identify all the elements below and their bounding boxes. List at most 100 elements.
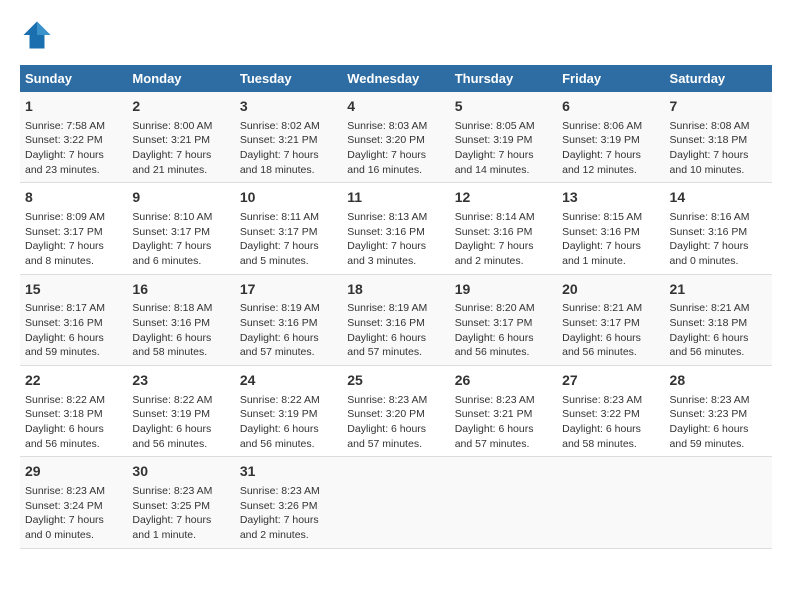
calendar-week-row: 15Sunrise: 8:17 AM Sunset: 3:16 PM Dayli… (20, 274, 772, 365)
calendar-cell: 3Sunrise: 8:02 AM Sunset: 3:21 PM Daylig… (235, 92, 342, 183)
day-number: 8 (25, 188, 122, 208)
day-number: 22 (25, 371, 122, 391)
calendar-week-row: 1Sunrise: 7:58 AM Sunset: 3:22 PM Daylig… (20, 92, 772, 183)
calendar-cell: 30Sunrise: 8:23 AM Sunset: 3:25 PM Dayli… (127, 457, 234, 548)
calendar-cell: 15Sunrise: 8:17 AM Sunset: 3:16 PM Dayli… (20, 274, 127, 365)
day-number: 23 (132, 371, 229, 391)
calendar-cell: 31Sunrise: 8:23 AM Sunset: 3:26 PM Dayli… (235, 457, 342, 548)
calendar-cell (342, 457, 449, 548)
calendar-cell: 20Sunrise: 8:21 AM Sunset: 3:17 PM Dayli… (557, 274, 664, 365)
day-info: Sunrise: 8:06 AM Sunset: 3:19 PM Dayligh… (562, 119, 659, 178)
day-number: 20 (562, 280, 659, 300)
day-number: 2 (132, 97, 229, 117)
day-header-saturday: Saturday (665, 65, 772, 92)
day-info: Sunrise: 8:02 AM Sunset: 3:21 PM Dayligh… (240, 119, 337, 178)
day-number: 14 (670, 188, 767, 208)
calendar-cell (665, 457, 772, 548)
day-number: 16 (132, 280, 229, 300)
day-info: Sunrise: 7:58 AM Sunset: 3:22 PM Dayligh… (25, 119, 122, 178)
page-header (20, 20, 772, 55)
day-info: Sunrise: 8:23 AM Sunset: 3:24 PM Dayligh… (25, 484, 122, 543)
day-number: 1 (25, 97, 122, 117)
day-info: Sunrise: 8:23 AM Sunset: 3:23 PM Dayligh… (670, 393, 767, 452)
calendar-week-row: 29Sunrise: 8:23 AM Sunset: 3:24 PM Dayli… (20, 457, 772, 548)
day-info: Sunrise: 8:20 AM Sunset: 3:17 PM Dayligh… (455, 301, 552, 360)
day-info: Sunrise: 8:19 AM Sunset: 3:16 PM Dayligh… (347, 301, 444, 360)
day-info: Sunrise: 8:03 AM Sunset: 3:20 PM Dayligh… (347, 119, 444, 178)
calendar-cell (557, 457, 664, 548)
calendar-cell: 24Sunrise: 8:22 AM Sunset: 3:19 PM Dayli… (235, 366, 342, 457)
day-info: Sunrise: 8:23 AM Sunset: 3:22 PM Dayligh… (562, 393, 659, 452)
day-number: 26 (455, 371, 552, 391)
calendar-cell: 16Sunrise: 8:18 AM Sunset: 3:16 PM Dayli… (127, 274, 234, 365)
day-info: Sunrise: 8:15 AM Sunset: 3:16 PM Dayligh… (562, 210, 659, 269)
day-number: 21 (670, 280, 767, 300)
day-number: 7 (670, 97, 767, 117)
day-number: 10 (240, 188, 337, 208)
day-number: 4 (347, 97, 444, 117)
day-number: 27 (562, 371, 659, 391)
calendar-header-row: SundayMondayTuesdayWednesdayThursdayFrid… (20, 65, 772, 92)
day-number: 5 (455, 97, 552, 117)
day-number: 24 (240, 371, 337, 391)
calendar-cell: 12Sunrise: 8:14 AM Sunset: 3:16 PM Dayli… (450, 183, 557, 274)
day-number: 18 (347, 280, 444, 300)
day-info: Sunrise: 8:22 AM Sunset: 3:19 PM Dayligh… (132, 393, 229, 452)
day-number: 11 (347, 188, 444, 208)
day-info: Sunrise: 8:10 AM Sunset: 3:17 PM Dayligh… (132, 210, 229, 269)
day-info: Sunrise: 8:23 AM Sunset: 3:20 PM Dayligh… (347, 393, 444, 452)
calendar-cell: 11Sunrise: 8:13 AM Sunset: 3:16 PM Dayli… (342, 183, 449, 274)
day-info: Sunrise: 8:23 AM Sunset: 3:26 PM Dayligh… (240, 484, 337, 543)
day-info: Sunrise: 8:21 AM Sunset: 3:17 PM Dayligh… (562, 301, 659, 360)
day-header-wednesday: Wednesday (342, 65, 449, 92)
day-number: 29 (25, 462, 122, 482)
calendar-cell: 14Sunrise: 8:16 AM Sunset: 3:16 PM Dayli… (665, 183, 772, 274)
day-header-monday: Monday (127, 65, 234, 92)
day-info: Sunrise: 8:23 AM Sunset: 3:21 PM Dayligh… (455, 393, 552, 452)
day-number: 3 (240, 97, 337, 117)
calendar-cell: 23Sunrise: 8:22 AM Sunset: 3:19 PM Dayli… (127, 366, 234, 457)
day-number: 25 (347, 371, 444, 391)
calendar-cell: 2Sunrise: 8:00 AM Sunset: 3:21 PM Daylig… (127, 92, 234, 183)
calendar-cell: 22Sunrise: 8:22 AM Sunset: 3:18 PM Dayli… (20, 366, 127, 457)
day-info: Sunrise: 8:14 AM Sunset: 3:16 PM Dayligh… (455, 210, 552, 269)
day-info: Sunrise: 8:19 AM Sunset: 3:16 PM Dayligh… (240, 301, 337, 360)
calendar-cell: 9Sunrise: 8:10 AM Sunset: 3:17 PM Daylig… (127, 183, 234, 274)
day-info: Sunrise: 8:16 AM Sunset: 3:16 PM Dayligh… (670, 210, 767, 269)
day-header-thursday: Thursday (450, 65, 557, 92)
logo (20, 20, 52, 55)
day-number: 31 (240, 462, 337, 482)
calendar-cell: 27Sunrise: 8:23 AM Sunset: 3:22 PM Dayli… (557, 366, 664, 457)
day-info: Sunrise: 8:22 AM Sunset: 3:19 PM Dayligh… (240, 393, 337, 452)
calendar-week-row: 8Sunrise: 8:09 AM Sunset: 3:17 PM Daylig… (20, 183, 772, 274)
day-header-tuesday: Tuesday (235, 65, 342, 92)
calendar-table: SundayMondayTuesdayWednesdayThursdayFrid… (20, 65, 772, 549)
day-info: Sunrise: 8:21 AM Sunset: 3:18 PM Dayligh… (670, 301, 767, 360)
calendar-cell: 26Sunrise: 8:23 AM Sunset: 3:21 PM Dayli… (450, 366, 557, 457)
day-number: 15 (25, 280, 122, 300)
calendar-cell: 28Sunrise: 8:23 AM Sunset: 3:23 PM Dayli… (665, 366, 772, 457)
calendar-cell: 5Sunrise: 8:05 AM Sunset: 3:19 PM Daylig… (450, 92, 557, 183)
day-info: Sunrise: 8:18 AM Sunset: 3:16 PM Dayligh… (132, 301, 229, 360)
calendar-cell: 18Sunrise: 8:19 AM Sunset: 3:16 PM Dayli… (342, 274, 449, 365)
day-number: 13 (562, 188, 659, 208)
day-number: 28 (670, 371, 767, 391)
calendar-cell: 29Sunrise: 8:23 AM Sunset: 3:24 PM Dayli… (20, 457, 127, 548)
calendar-cell: 13Sunrise: 8:15 AM Sunset: 3:16 PM Dayli… (557, 183, 664, 274)
day-info: Sunrise: 8:11 AM Sunset: 3:17 PM Dayligh… (240, 210, 337, 269)
day-header-friday: Friday (557, 65, 664, 92)
day-info: Sunrise: 8:05 AM Sunset: 3:19 PM Dayligh… (455, 119, 552, 178)
calendar-cell: 10Sunrise: 8:11 AM Sunset: 3:17 PM Dayli… (235, 183, 342, 274)
day-info: Sunrise: 8:22 AM Sunset: 3:18 PM Dayligh… (25, 393, 122, 452)
day-number: 6 (562, 97, 659, 117)
day-info: Sunrise: 8:00 AM Sunset: 3:21 PM Dayligh… (132, 119, 229, 178)
day-number: 19 (455, 280, 552, 300)
logo-icon (22, 20, 52, 50)
calendar-cell: 1Sunrise: 7:58 AM Sunset: 3:22 PM Daylig… (20, 92, 127, 183)
calendar-cell: 25Sunrise: 8:23 AM Sunset: 3:20 PM Dayli… (342, 366, 449, 457)
day-info: Sunrise: 8:17 AM Sunset: 3:16 PM Dayligh… (25, 301, 122, 360)
calendar-cell: 7Sunrise: 8:08 AM Sunset: 3:18 PM Daylig… (665, 92, 772, 183)
day-info: Sunrise: 8:13 AM Sunset: 3:16 PM Dayligh… (347, 210, 444, 269)
day-info: Sunrise: 8:09 AM Sunset: 3:17 PM Dayligh… (25, 210, 122, 269)
day-number: 30 (132, 462, 229, 482)
